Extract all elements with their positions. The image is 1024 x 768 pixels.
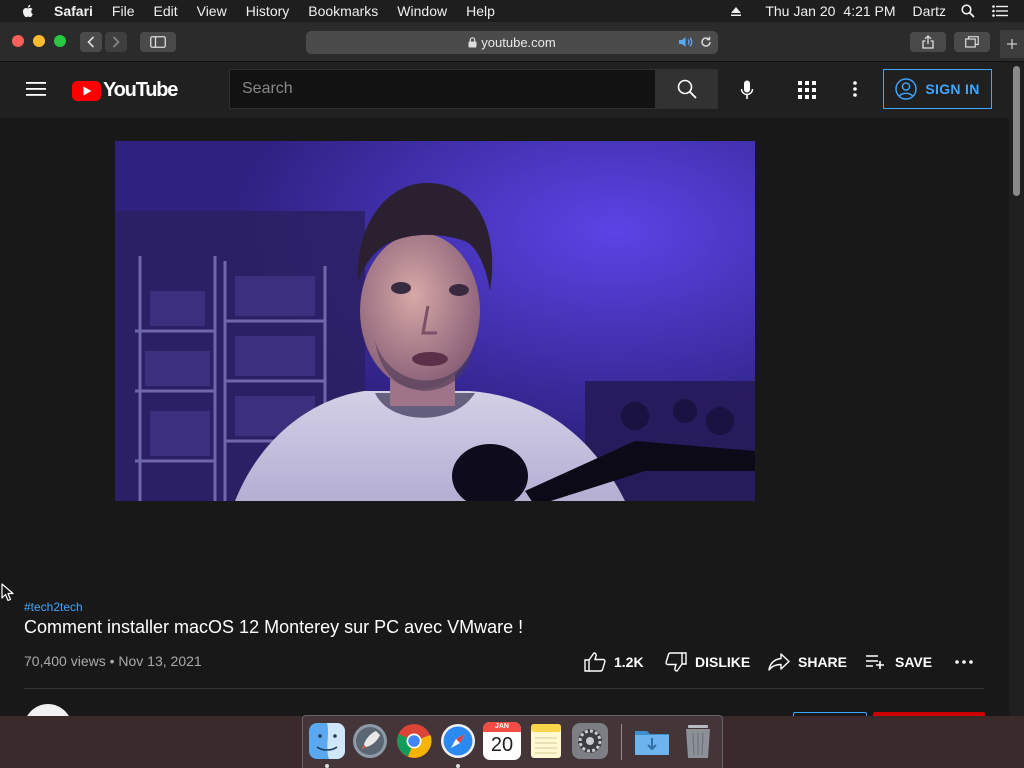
- save-label: SAVE: [895, 654, 933, 670]
- finder-running-indicator: [325, 764, 329, 768]
- mouse-cursor-icon: [1, 583, 14, 602]
- menu-history[interactable]: History: [246, 3, 290, 19]
- tabs-icon: [965, 36, 979, 48]
- url-text: youtube.com: [481, 35, 556, 50]
- menubar-date[interactable]: Thu Jan 20: [765, 3, 835, 19]
- video-hashtag[interactable]: #tech2tech: [24, 600, 83, 614]
- macos-dock: JAN 20: [302, 715, 723, 768]
- close-window-button[interactable]: [12, 35, 24, 47]
- search-input[interactable]: [242, 80, 655, 98]
- like-count: 1.2K: [614, 654, 644, 670]
- sidebar-toggle-button[interactable]: [140, 32, 176, 52]
- notification-center-icon[interactable]: [992, 5, 1008, 17]
- sign-in-label: SIGN IN: [925, 81, 980, 97]
- new-tab-button[interactable]: [1000, 30, 1024, 58]
- page-scrollbar[interactable]: [1009, 62, 1024, 716]
- dislike-button[interactable]: DISLIKE: [665, 650, 750, 674]
- menu-bookmarks[interactable]: Bookmarks: [308, 3, 378, 19]
- forward-button[interactable]: [105, 32, 127, 52]
- chevron-right-icon: [112, 36, 120, 48]
- trash-icon[interactable]: [679, 722, 717, 760]
- audio-playing-icon[interactable]: [678, 36, 694, 48]
- tab-overview-button[interactable]: [954, 32, 990, 52]
- like-button[interactable]: 1.2K: [584, 650, 644, 674]
- thumbs-up-icon: [584, 652, 606, 672]
- dislike-label: DISLIKE: [695, 654, 751, 670]
- apps-grid-icon[interactable]: [798, 81, 816, 99]
- lock-icon: [468, 37, 477, 48]
- safari-toolbar: youtube.com: [0, 22, 1024, 62]
- safari-running-indicator: [456, 764, 460, 768]
- account-circle-icon: [895, 78, 918, 100]
- playlist-add-icon: [866, 655, 884, 669]
- subscribe-button[interactable]: [873, 712, 985, 716]
- zoom-window-button[interactable]: [54, 35, 66, 47]
- youtube-header: YouTube SIGN IN: [0, 62, 1009, 118]
- chevron-left-icon: [87, 36, 95, 48]
- more-options-icon[interactable]: [853, 81, 857, 97]
- chrome-icon[interactable]: [395, 722, 433, 760]
- save-button[interactable]: SAVE: [865, 650, 932, 674]
- youtube-logo[interactable]: YouTube: [72, 79, 178, 102]
- launchpad-icon[interactable]: [351, 722, 389, 760]
- eject-icon[interactable]: [730, 5, 742, 17]
- address-bar[interactable]: youtube.com: [306, 31, 718, 54]
- apple-menu-icon[interactable]: [20, 3, 36, 19]
- join-button[interactable]: [793, 712, 867, 716]
- share-button[interactable]: [910, 32, 946, 52]
- share-video-button[interactable]: SHARE: [768, 650, 847, 674]
- scrollbar-thumb[interactable]: [1013, 66, 1020, 196]
- search-icon: [677, 79, 697, 99]
- menu-file[interactable]: File: [112, 3, 135, 19]
- system-preferences-icon[interactable]: [571, 722, 609, 760]
- notes-icon[interactable]: [527, 722, 565, 760]
- safari-icon[interactable]: [439, 722, 477, 760]
- finder-icon[interactable]: [308, 722, 346, 760]
- video-player[interactable]: [115, 141, 755, 501]
- search-button[interactable]: [656, 69, 718, 109]
- hamburger-menu-icon[interactable]: [26, 81, 46, 97]
- share-label: SHARE: [798, 654, 848, 670]
- thumbs-down-icon: [665, 652, 687, 672]
- share-icon: [922, 35, 934, 49]
- minimize-window-button[interactable]: [33, 35, 45, 47]
- menu-help[interactable]: Help: [466, 3, 495, 19]
- share-arrow-icon: [768, 653, 790, 671]
- menubar-time[interactable]: 4:21 PM: [843, 3, 895, 19]
- menu-window[interactable]: Window: [397, 3, 447, 19]
- menu-app-name[interactable]: Safari: [54, 3, 93, 19]
- dock-separator: [621, 724, 622, 760]
- microphone-icon[interactable]: [740, 80, 754, 100]
- macos-menu-bar: Safari File Edit View History Bookmarks …: [0, 0, 1024, 22]
- search-box: [229, 69, 656, 109]
- calendar-month: JAN: [483, 722, 521, 732]
- sidebar-icon: [150, 36, 166, 48]
- youtube-play-logo-icon: [72, 80, 101, 101]
- downloads-folder-icon[interactable]: [633, 722, 671, 760]
- youtube-page: YouTube SIGN IN: [0, 62, 1009, 716]
- calendar-day: 20: [490, 734, 514, 756]
- channel-avatar[interactable]: [24, 704, 72, 716]
- video-meta: 70,400 views • Nov 13, 2021: [24, 653, 202, 669]
- calendar-icon[interactable]: JAN 20: [483, 722, 521, 760]
- back-button[interactable]: [80, 32, 102, 52]
- reload-icon[interactable]: [700, 36, 712, 48]
- plus-icon: [1007, 39, 1017, 49]
- menu-edit[interactable]: Edit: [153, 3, 177, 19]
- menubar-user[interactable]: Dartz: [913, 3, 946, 19]
- spotlight-icon[interactable]: [961, 4, 975, 18]
- more-actions-icon[interactable]: [955, 660, 973, 664]
- video-frame: [115, 141, 755, 501]
- youtube-wordmark: YouTube: [103, 79, 178, 101]
- info-divider: [24, 688, 984, 689]
- menu-view[interactable]: View: [197, 3, 227, 19]
- video-title: Comment installer macOS 12 Monterey sur …: [24, 617, 524, 637]
- sign-in-button[interactable]: SIGN IN: [883, 69, 992, 109]
